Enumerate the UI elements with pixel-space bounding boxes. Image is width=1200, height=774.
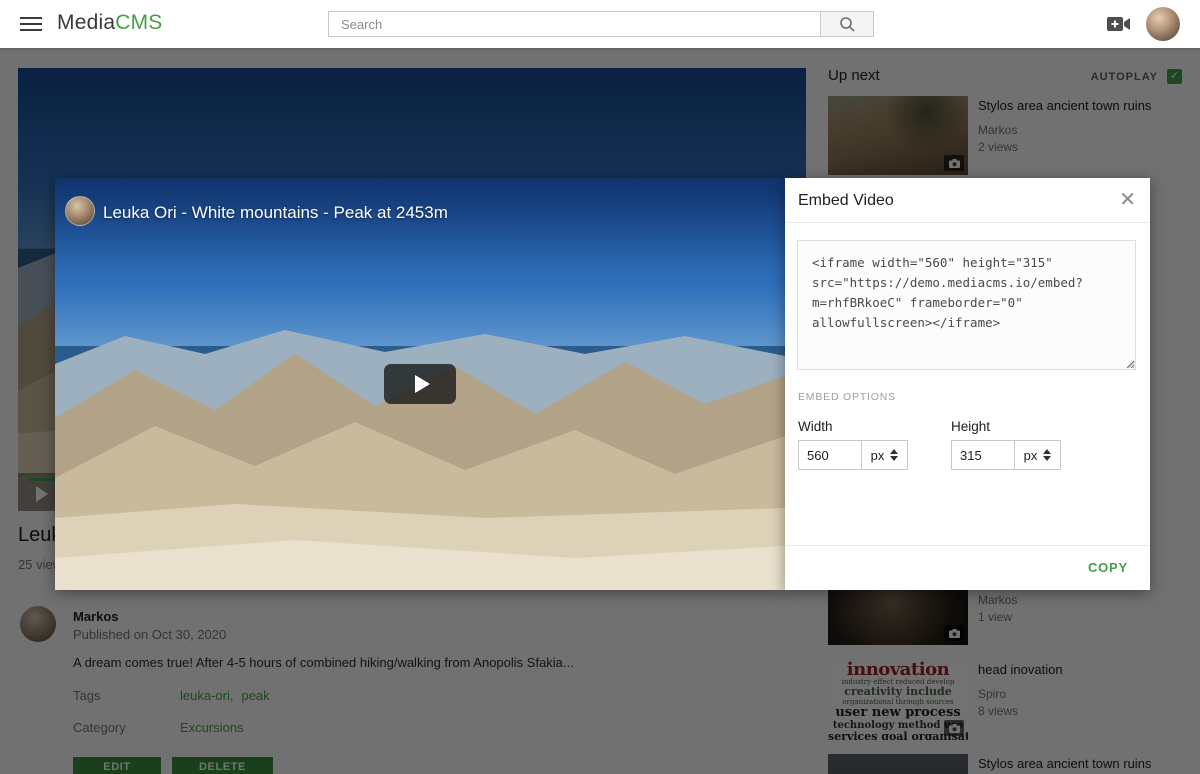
embed-video-dialog: Embed Video ✕ <iframe width="560" height… bbox=[785, 178, 1150, 590]
user-avatar[interactable] bbox=[1146, 7, 1180, 41]
search-input[interactable] bbox=[328, 11, 832, 37]
spinner-icon bbox=[890, 449, 898, 461]
add-media-icon[interactable] bbox=[1106, 15, 1132, 33]
height-unit-select[interactable]: px bbox=[1014, 440, 1061, 470]
play-button[interactable] bbox=[384, 364, 456, 404]
height-input[interactable] bbox=[951, 440, 1015, 470]
preview-video-title[interactable]: Leuka Ori - White mountains - Peak at 24… bbox=[103, 203, 448, 223]
play-icon bbox=[415, 375, 430, 393]
search-button[interactable] bbox=[820, 11, 874, 37]
top-bar: MediaCMS bbox=[0, 0, 1200, 48]
preview-author-avatar[interactable] bbox=[65, 196, 95, 226]
height-label: Height bbox=[951, 419, 990, 434]
copy-button[interactable]: COPY bbox=[1082, 559, 1134, 576]
title-shade-gradient bbox=[55, 178, 785, 268]
width-input[interactable] bbox=[798, 440, 862, 470]
search-icon bbox=[839, 16, 856, 33]
menu-icon[interactable] bbox=[20, 17, 42, 31]
width-unit-value: px bbox=[871, 448, 885, 463]
logo[interactable]: MediaCMS bbox=[57, 11, 162, 35]
logo-media-text: Media bbox=[57, 11, 115, 34]
mediacms-page: Leuka Ori - White mountains - Peak at 24… bbox=[0, 0, 1200, 774]
dialog-footer: COPY bbox=[785, 545, 1150, 590]
embed-options-label: EMBED OPTIONS bbox=[798, 391, 896, 403]
dialog-title: Embed Video bbox=[798, 192, 894, 210]
height-unit-value: px bbox=[1024, 448, 1038, 463]
embed-code-textarea[interactable]: <iframe width="560" height="315" src="ht… bbox=[797, 240, 1136, 370]
video-camera-plus-icon bbox=[1106, 15, 1132, 33]
logo-cms-text: CMS bbox=[115, 11, 162, 34]
close-icon[interactable]: ✕ bbox=[1119, 188, 1136, 212]
spinner-icon bbox=[1043, 449, 1051, 461]
dialog-header: Embed Video ✕ bbox=[785, 178, 1150, 223]
embed-preview-player[interactable]: Leuka Ori - White mountains - Peak at 24… bbox=[55, 178, 785, 590]
width-label: Width bbox=[798, 419, 833, 434]
width-unit-select[interactable]: px bbox=[861, 440, 908, 470]
